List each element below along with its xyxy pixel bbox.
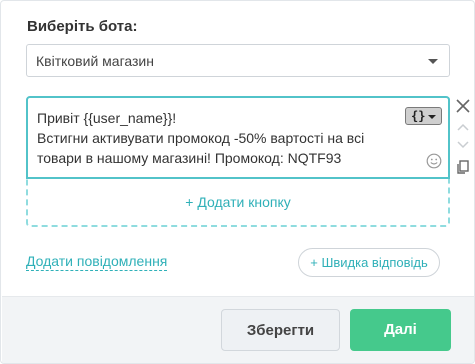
- smile-icon[interactable]: [426, 153, 442, 169]
- add-button-label: + Додати кнопку: [185, 194, 291, 210]
- message-line: Привіт {{user_name}}!: [37, 110, 177, 126]
- close-icon[interactable]: [453, 96, 473, 116]
- save-button-label: Зберегти: [246, 322, 315, 339]
- chevron-down-icon: [428, 115, 436, 119]
- bot-select-value: Квітковий магазин: [36, 53, 154, 69]
- save-button[interactable]: Зберегти: [221, 309, 340, 351]
- arrow-down-icon[interactable]: [453, 134, 473, 154]
- add-button[interactable]: + Додати кнопку: [28, 181, 448, 225]
- insert-variable-button[interactable]: {}: [405, 107, 442, 125]
- dialog: Виберіть бота: Квітковий магазин Привіт …: [0, 0, 475, 364]
- message-line: товари в нашому магазині! Промокод: NQTF…: [37, 150, 342, 166]
- copy-icon[interactable]: [453, 157, 473, 177]
- add-message-link[interactable]: Додати повідомлення: [26, 253, 168, 271]
- bot-select[interactable]: Квітковий магазин: [26, 44, 450, 77]
- quick-reply-button[interactable]: + Швидка відповідь: [298, 248, 440, 277]
- next-button-label: Далі: [384, 321, 417, 338]
- variable-button-label: {}: [411, 109, 426, 123]
- message-text-field[interactable]: Привіт {{user_name}}! Встигни активувати…: [26, 96, 450, 179]
- message-line: Встигни активувати промокод -50% вартост…: [37, 130, 365, 146]
- quick-reply-label: + Швидка відповідь: [310, 255, 428, 270]
- chevron-down-icon: [428, 59, 438, 64]
- bot-select-label: Виберіть бота:: [27, 18, 138, 35]
- dialog-footer: Зберегти Далі: [2, 296, 474, 363]
- next-button[interactable]: Далі: [350, 309, 451, 351]
